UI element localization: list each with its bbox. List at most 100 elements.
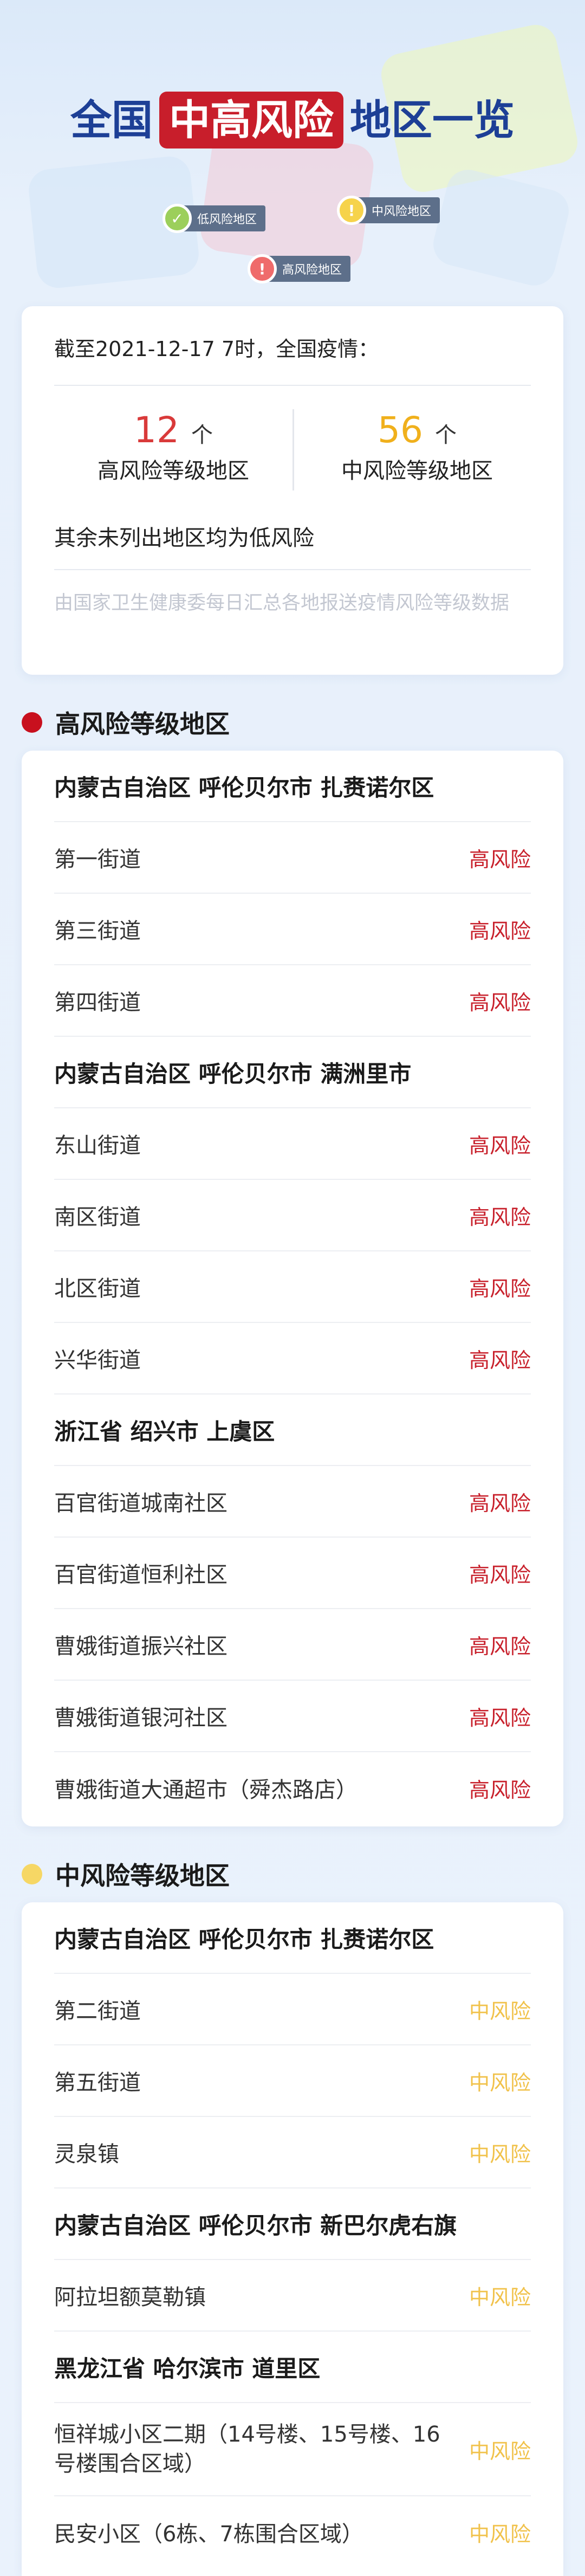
risk-level-badge: 高风险 [469, 1276, 531, 1301]
list-item: 阿拉坦额莫勒镇 中风险 [54, 2260, 531, 2332]
risk-level-badge: 中风险 [469, 2439, 531, 2463]
region-group-name: 内蒙古自治区 呼伦贝尔市 满洲里市 [54, 1060, 412, 1087]
risk-level-badge: 中风险 [469, 2522, 531, 2546]
legend-mid-risk: ! 中风险地区 [337, 196, 440, 225]
region-group-header: 内蒙古自治区 呼伦贝尔市 新巴尔虎右旗 [54, 2188, 531, 2260]
area-name: 曹娥街道大通超市（舜杰路店） [54, 1778, 358, 1803]
mid-risk-section-heading: 中风险等级地区 [22, 1856, 230, 1892]
mid-risk-unit: 个 [434, 423, 457, 448]
source-note: 由国家卫生健康委每日汇总各地报送疫情风险等级数据 [54, 592, 510, 614]
risk-level-badge: 高风险 [469, 990, 531, 1015]
high-risk-label: 高风险等级地区 [98, 459, 249, 483]
map-region-decoration [428, 165, 574, 290]
mid-risk-list-card: 内蒙古自治区 呼伦贝尔市 扎赉诺尔区 第二街道 中风险 第五街道 中风险 灵泉镇 中风险 内蒙… [22, 1902, 563, 2576]
page-title: 全国 中高风险 地区一览 [0, 87, 585, 149]
risk-level-badge: 高风险 [469, 919, 531, 943]
list-item: 东山街道 高风险 [54, 1108, 531, 1180]
high-risk-heading-text: 高风险等级地区 [55, 709, 230, 739]
summary-card: 截至2021-12-17 7时，全国疫情： 12 个 高风险等级地区 56 个 中风… [22, 306, 563, 675]
region-group-name: 内蒙古自治区 呼伦贝尔市 扎赉诺尔区 [54, 1926, 434, 1953]
high-risk-unit: 个 [191, 423, 213, 448]
area-name: 曹娥街道振兴社区 [54, 1634, 227, 1659]
divider [54, 385, 531, 386]
risk-level-badge: 高风险 [469, 1778, 531, 1802]
area-name: 第五街道 [54, 2070, 141, 2095]
area-name: 第一街道 [54, 847, 141, 872]
title-prefix: 全国 [70, 96, 153, 144]
risk-level-badge: 中风险 [469, 1999, 531, 2023]
area-name: 百官街道城南社区 [54, 1491, 227, 1516]
list-item: 第一街道 高风险 [54, 822, 531, 894]
risk-level-badge: 中风险 [469, 2070, 531, 2095]
divider [54, 569, 531, 570]
area-name: 第二街道 [54, 1999, 141, 2024]
risk-level-badge: 高风险 [469, 1706, 531, 1730]
list-item: 民安小区（6栋、7栋围合区域） 中风险 [54, 2496, 531, 2568]
area-name: 北区街道 [54, 1276, 141, 1301]
area-name: 恒祥城小区二期（14号楼、15号楼、16号楼围合区域） [54, 2422, 440, 2476]
risk-level-badge: 中风险 [469, 2142, 531, 2166]
risk-level-badge: 高风险 [469, 1348, 531, 1372]
list-item: 曹娥街道银河社区 高风险 [54, 1681, 531, 1752]
legend-low-risk: ✓ 低风险地区 [162, 204, 266, 233]
high-risk-stat: 12 个 高风险等级地区 [54, 409, 292, 485]
mid-risk-count: 56 [378, 409, 423, 451]
high-risk-list-card: 内蒙古自治区 呼伦贝尔市 扎赉诺尔区 第一街道 高风险 第三街道 高风险 第四街道 高风险内… [22, 751, 563, 1826]
list-item: 灵泉镇 中风险 [54, 2117, 531, 2188]
list-item: 恒祥城小区二期（14号楼、15号楼、16号楼围合区域） 中风险 [54, 2403, 531, 2496]
list-item: 南区街道 高风险 [54, 1180, 531, 1251]
hero-banner: 全国 中高风险 地区一览 ✓ 低风险地区 ! 中风险地区 ! 高风险地区 [0, 0, 585, 304]
list-item: 曹娥街道大通超市（舜杰路店） 高风险 [54, 1752, 531, 1824]
region-group-header: 浙江省 绍兴市 上虞区 [54, 1394, 531, 1466]
list-item: 北区街道 高风险 [54, 1251, 531, 1323]
mid-risk-stat: 56 个 中风险等级地区 [298, 409, 536, 485]
date-line: 截至2021-12-17 7时，全国疫情： [54, 337, 379, 361]
region-group-name: 黑龙江省 哈尔滨市 道里区 [54, 2355, 321, 2382]
title-highlight: 中高风险 [159, 92, 343, 149]
area-name: 灵泉镇 [54, 2142, 119, 2167]
risk-level-badge: 高风险 [469, 1563, 531, 1587]
list-item: 第二街道 中风险 [54, 1974, 531, 2045]
area-name: 第四街道 [54, 990, 141, 1015]
area-name: 南区街道 [54, 1205, 141, 1230]
high-risk-section-heading: 高风险等级地区 [22, 705, 230, 740]
red-dot-icon [22, 712, 42, 733]
list-item: 曹娥街道振兴社区 高风险 [54, 1609, 531, 1681]
area-name: 第三街道 [54, 919, 141, 944]
others-low-risk-text: 其余未列出地区均为低风险 [54, 526, 314, 551]
mid-risk-list: 内蒙古自治区 呼伦贝尔市 扎赉诺尔区 第二街道 中风险 第五街道 中风险 灵泉镇 中风险 内蒙… [54, 1902, 531, 2568]
risk-level-badge: 高风险 [469, 1634, 531, 1658]
risk-level-badge: 中风险 [469, 2285, 531, 2309]
legend-high-risk: ! 高风险地区 [248, 254, 351, 283]
list-item: 百官街道城南社区 高风险 [54, 1466, 531, 1538]
risk-level-badge: 高风险 [469, 1133, 531, 1158]
region-group-header: 黑龙江省 哈尔滨市 道里区 [54, 2332, 531, 2403]
region-group-name: 内蒙古自治区 呼伦贝尔市 新巴尔虎右旗 [54, 2212, 457, 2239]
list-item: 第五街道 中风险 [54, 2045, 531, 2117]
yellow-dot-icon [22, 1864, 42, 1884]
region-group-header: 内蒙古自治区 呼伦贝尔市 扎赉诺尔区 [54, 751, 531, 822]
region-group-header: 内蒙古自治区 呼伦贝尔市 满洲里市 [54, 1037, 531, 1108]
risk-level-badge: 高风险 [469, 1491, 531, 1515]
high-risk-count: 12 [134, 409, 179, 451]
list-item: 兴华街道 高风险 [54, 1323, 531, 1394]
region-group-name: 浙江省 绍兴市 上虞区 [54, 1418, 275, 1445]
area-name: 兴华街道 [54, 1348, 141, 1373]
region-group-name: 内蒙古自治区 呼伦贝尔市 扎赉诺尔区 [54, 774, 434, 801]
list-item: 百官街道恒利社区 高风险 [54, 1538, 531, 1609]
list-item: 第四街道 高风险 [54, 965, 531, 1037]
risk-level-badge: 高风险 [469, 1205, 531, 1229]
area-name: 东山街道 [54, 1133, 141, 1158]
area-name: 曹娥街道银河社区 [54, 1706, 227, 1731]
area-name: 百官街道恒利社区 [54, 1563, 227, 1587]
divider [292, 409, 294, 490]
title-suffix: 地区一览 [350, 96, 515, 144]
region-group-header: 内蒙古自治区 呼伦贝尔市 扎赉诺尔区 [54, 1902, 531, 1974]
legend-mid-label: 中风险地区 [356, 197, 440, 223]
legend-low-label: 低风险地区 [182, 205, 266, 231]
high-risk-list: 内蒙古自治区 呼伦贝尔市 扎赉诺尔区 第一街道 高风险 第三街道 高风险 第四街道 高风险内… [54, 751, 531, 1824]
area-name: 民安小区（6栋、7栋围合区域） [54, 2522, 363, 2547]
exclamation-icon: ! [248, 254, 277, 283]
mid-risk-label: 中风险等级地区 [341, 459, 493, 483]
mid-risk-heading-text: 中风险等级地区 [55, 1861, 230, 1890]
